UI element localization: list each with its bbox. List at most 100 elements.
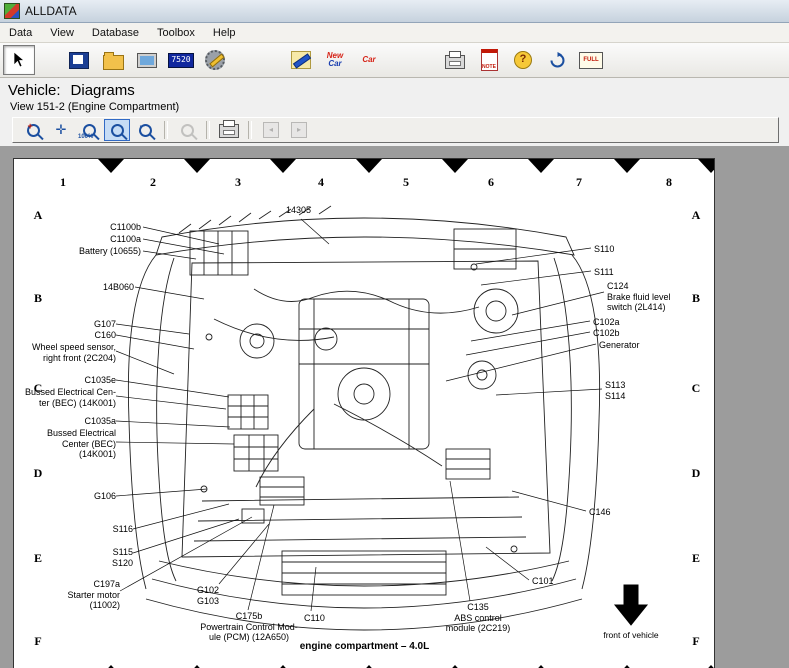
menu-help[interactable]: Help <box>204 25 245 41</box>
grid-row-label: D <box>28 466 48 481</box>
view-title: View 151-2 (Engine Compartment) <box>8 101 789 113</box>
grid-row-label: E <box>28 551 48 566</box>
part-label-c146: C146 <box>589 507 611 518</box>
grid-row-label: E <box>686 551 706 566</box>
zoom-window-icon <box>111 124 124 137</box>
note-button[interactable]: NOTE <box>473 45 505 75</box>
part-label-c175b-pcm: C175b Powertrain Control Mod- ule (PCM) … <box>188 611 310 643</box>
part-label-c101: C101 <box>532 576 554 587</box>
grid-row-label: F <box>28 634 48 649</box>
part-label-s116: S116 <box>113 524 133 535</box>
part-label-bec-1: Bussed Electrical Cen- ter (BEC) (14K001… <box>25 387 116 408</box>
odometer-icon: 7520 <box>168 53 194 68</box>
part-label-c110: C110 <box>304 613 325 624</box>
full-gauge-button[interactable]: FULL <box>575 45 607 75</box>
grid-column-label: 3 <box>228 175 248 190</box>
part-label-bec-2: Bussed Electrical Center (BEC) (14K001) <box>47 428 116 460</box>
zoom-in-button[interactable]: + <box>20 119 46 141</box>
zoom-out-button[interactable] <box>174 119 200 141</box>
grid-marker <box>184 159 210 173</box>
section-name: Diagrams <box>71 82 135 99</box>
note-icon: NOTE <box>481 49 498 71</box>
grid-row-label: B <box>28 291 48 306</box>
part-label-c1035a: C1035a <box>84 416 116 427</box>
printer-icon <box>445 55 465 69</box>
pointer-tool-button[interactable] <box>3 45 35 75</box>
grid-row-label: B <box>686 291 706 306</box>
zoom-out-icon <box>181 124 194 137</box>
part-label-c124-brake-fluid: C124 Brake fluid level switch (2L414) <box>607 281 671 313</box>
part-label-c1035e: C1035e <box>84 375 116 386</box>
folder-icon <box>103 55 124 70</box>
print-button[interactable] <box>439 45 471 75</box>
previous-view-button[interactable]: ◂ <box>258 119 284 141</box>
grid-row-label: A <box>28 208 48 223</box>
part-label-s110: S110 <box>594 244 614 255</box>
grid-column-label: 1 <box>53 175 73 190</box>
part-label-14305: 14305 <box>286 205 311 216</box>
car-button[interactable]: Car <box>353 45 385 75</box>
zoom-dynamic-button[interactable]: − <box>132 119 158 141</box>
grid-row-label: D <box>686 466 706 481</box>
menu-database[interactable]: Database <box>83 25 148 41</box>
next-view-button[interactable]: ▸ <box>286 119 312 141</box>
journal-button[interactable] <box>63 45 95 75</box>
grid-marker <box>698 159 715 173</box>
part-label-generator: Generator <box>599 340 640 351</box>
diagram-viewport[interactable]: 1 2 3 4 5 6 7 8 A B C D E F A B C D E F … <box>0 146 789 668</box>
menu-data[interactable]: Data <box>0 25 41 41</box>
part-label-c102b: C102b <box>593 328 620 339</box>
car-icon: Car <box>362 56 375 64</box>
part-label-wheel-speed-sensor: Wheel speed sensor, right front (2C204) <box>32 342 116 363</box>
grid-row-label: A <box>686 208 706 223</box>
part-label-14b060: 14B060 <box>103 282 134 293</box>
grid-marker <box>356 159 382 173</box>
header-area: Vehicle: Diagrams View 151-2 (Engine Comp… <box>0 78 789 115</box>
part-label-c1100a: C1100a <box>110 234 141 245</box>
sign-pen-button[interactable] <box>285 45 317 75</box>
vehicle-label: Vehicle: <box>8 82 61 99</box>
journal-icon <box>69 52 89 69</box>
pan-button[interactable]: ✛ <box>48 119 74 141</box>
help-icon: ? <box>514 51 532 69</box>
menu-toolbox[interactable]: Toolbox <box>148 25 204 41</box>
part-label-s111: S111 <box>594 267 614 278</box>
grid-marker <box>270 159 296 173</box>
grid-marker <box>98 159 124 173</box>
part-label-c135-abs: C135 ABS control module (2C219) <box>432 602 524 634</box>
part-label-c102a: C102a <box>593 317 620 328</box>
records-monitor-button[interactable] <box>131 45 163 75</box>
grid-column-label: 6 <box>481 175 501 190</box>
part-label-battery: Battery (10655) <box>79 246 141 257</box>
zoom-100-button[interactable]: 100% <box>76 119 102 141</box>
refresh-icon <box>549 52 566 69</box>
grid-row-label: F <box>686 634 706 649</box>
grid-column-label: 8 <box>659 175 679 190</box>
title-bar[interactable]: ALLDATA <box>0 0 789 23</box>
edit-settings-button[interactable] <box>199 45 231 75</box>
main-toolbar: 7520 NewCar Car NOTE ? FULL <box>0 43 789 78</box>
new-car-button[interactable]: NewCar <box>319 45 351 75</box>
front-of-vehicle-arrow-icon <box>615 585 647 625</box>
part-label-s115-s120: S115 S120 <box>112 547 133 568</box>
grid-column-label: 4 <box>311 175 331 190</box>
zoom-dynamic-icon: − <box>139 124 152 137</box>
print-view-button[interactable] <box>216 119 242 141</box>
part-label-c1100b: C1100b <box>110 222 141 233</box>
part-label-g107: G107 <box>94 319 116 330</box>
pen-icon <box>291 51 311 69</box>
part-label-c160: C160 <box>94 330 116 341</box>
odometer-button[interactable]: 7520 <box>165 45 197 75</box>
zoom-in-icon: + <box>27 124 40 137</box>
part-label-s113-s114: S113 S114 <box>605 380 625 401</box>
open-folder-button[interactable] <box>97 45 129 75</box>
zoom-toolbar: + ✛ 100% − ◂ ▸ <box>12 117 779 143</box>
help-button[interactable]: ? <box>507 45 539 75</box>
part-label-g102-g103: G102 G103 <box>197 585 219 606</box>
zoom-window-button[interactable] <box>104 119 130 141</box>
menu-view[interactable]: View <box>41 25 83 41</box>
menu-bar: Data View Database Toolbox Help <box>0 23 789 43</box>
refresh-button[interactable] <box>541 45 573 75</box>
grid-column-label: 7 <box>569 175 589 190</box>
grid-marker <box>442 159 468 173</box>
